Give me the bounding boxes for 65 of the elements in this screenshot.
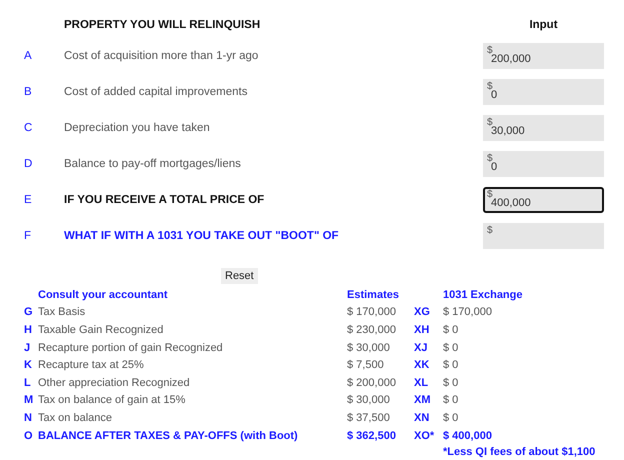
amount-field[interactable]: $ bbox=[483, 223, 604, 249]
row-label: Cost of added capital improvements bbox=[64, 86, 248, 98]
amount-field[interactable]: $ 400,000 bbox=[483, 187, 604, 213]
row-code: XO* bbox=[414, 430, 436, 442]
row-label: WHAT IF WITH A 1031 YOU TAKE OUT "BOOT" OF bbox=[64, 230, 340, 242]
row-letter: L bbox=[24, 376, 32, 389]
row-label: Taxable Gain Recognized bbox=[38, 324, 164, 336]
exchange-value: $ 0 bbox=[443, 412, 460, 424]
estimate-value: $ 30,000 bbox=[347, 342, 391, 354]
reset-button[interactable]: Reset bbox=[221, 268, 258, 284]
row-letter: J bbox=[24, 342, 32, 354]
amount-field[interactable]: $ 0 bbox=[483, 79, 604, 105]
column-header: 1031 Exchange bbox=[443, 288, 524, 301]
row-label: Cost of acquisition more than 1-yr ago bbox=[64, 50, 260, 62]
row-letter: K bbox=[24, 359, 33, 372]
row-letter: H bbox=[24, 324, 33, 336]
estimate-value: $ 170,000 bbox=[347, 306, 397, 318]
row-label: BALANCE AFTER TAXES & PAY-OFFS (with Boot) bbox=[38, 430, 299, 442]
row-letter: N bbox=[24, 412, 33, 424]
column-header: Estimates bbox=[347, 288, 400, 301]
row-letter: C bbox=[24, 122, 34, 134]
column-header: Input bbox=[528, 19, 559, 31]
amount-field[interactable]: $ 0 bbox=[483, 151, 604, 177]
estimate-value: $ 200,000 bbox=[347, 376, 397, 389]
exchange-value: $ 0 bbox=[443, 376, 460, 389]
exchange-value: $ 0 bbox=[443, 359, 460, 372]
row-label: IF YOU RECEIVE A TOTAL PRICE OF bbox=[64, 194, 266, 206]
row-label: Balance to pay-off mortgages/liens bbox=[64, 158, 242, 170]
row-letter: M bbox=[24, 394, 34, 406]
row-letter: D bbox=[24, 158, 34, 170]
amount-field[interactable]: $ 200,000 bbox=[483, 43, 604, 69]
row-label: Depreciation you have taken bbox=[64, 122, 211, 134]
estimate-value: $ 230,000 bbox=[347, 324, 397, 336]
row-letter: B bbox=[24, 86, 33, 98]
amount-field[interactable]: $ 30,000 bbox=[483, 115, 604, 141]
row-letter: O bbox=[24, 430, 34, 442]
row-letter: A bbox=[24, 50, 33, 62]
row-code: XH bbox=[414, 324, 430, 336]
estimate-value: $ 37,500 bbox=[347, 412, 391, 424]
estimate-value: $ 7,500 bbox=[347, 359, 385, 372]
exchange-value: $ 0 bbox=[443, 342, 460, 354]
estimate-value: $ 30,000 bbox=[347, 394, 391, 406]
row-letter: G bbox=[24, 306, 34, 318]
exchange-value: $ 170,000 bbox=[443, 306, 493, 318]
row-code: XN bbox=[414, 412, 430, 424]
row-code: XG bbox=[414, 306, 431, 318]
row-code: XK bbox=[414, 359, 430, 372]
estimate-value: $ 362,500 bbox=[347, 430, 397, 442]
row-label: Other appreciation Recognized bbox=[38, 376, 191, 389]
section-title: PROPERTY YOU WILL RELINQUISH bbox=[64, 19, 262, 31]
row-code: XL bbox=[414, 376, 430, 389]
row-label: Tax on balance bbox=[38, 412, 113, 424]
row-label: Tax on balance of gain at 15% bbox=[38, 394, 186, 406]
row-letter: E bbox=[24, 194, 33, 206]
row-code: XM bbox=[414, 394, 432, 406]
exchange-value: $ 0 bbox=[443, 324, 460, 336]
row-label: Tax Basis bbox=[38, 306, 86, 318]
exchange-value: $ 0 bbox=[443, 394, 460, 406]
row-letter: F bbox=[24, 230, 32, 242]
row-code: XJ bbox=[414, 342, 428, 354]
row-label: Recapture portion of gain Recognized bbox=[38, 342, 224, 354]
footnote: *Less QI fees of about $1,100 bbox=[443, 446, 596, 458]
results-title: Consult your accountant bbox=[38, 288, 169, 301]
row-label: Recapture tax at 25% bbox=[38, 359, 145, 372]
exchange-value: $ 400,000 bbox=[443, 430, 493, 442]
